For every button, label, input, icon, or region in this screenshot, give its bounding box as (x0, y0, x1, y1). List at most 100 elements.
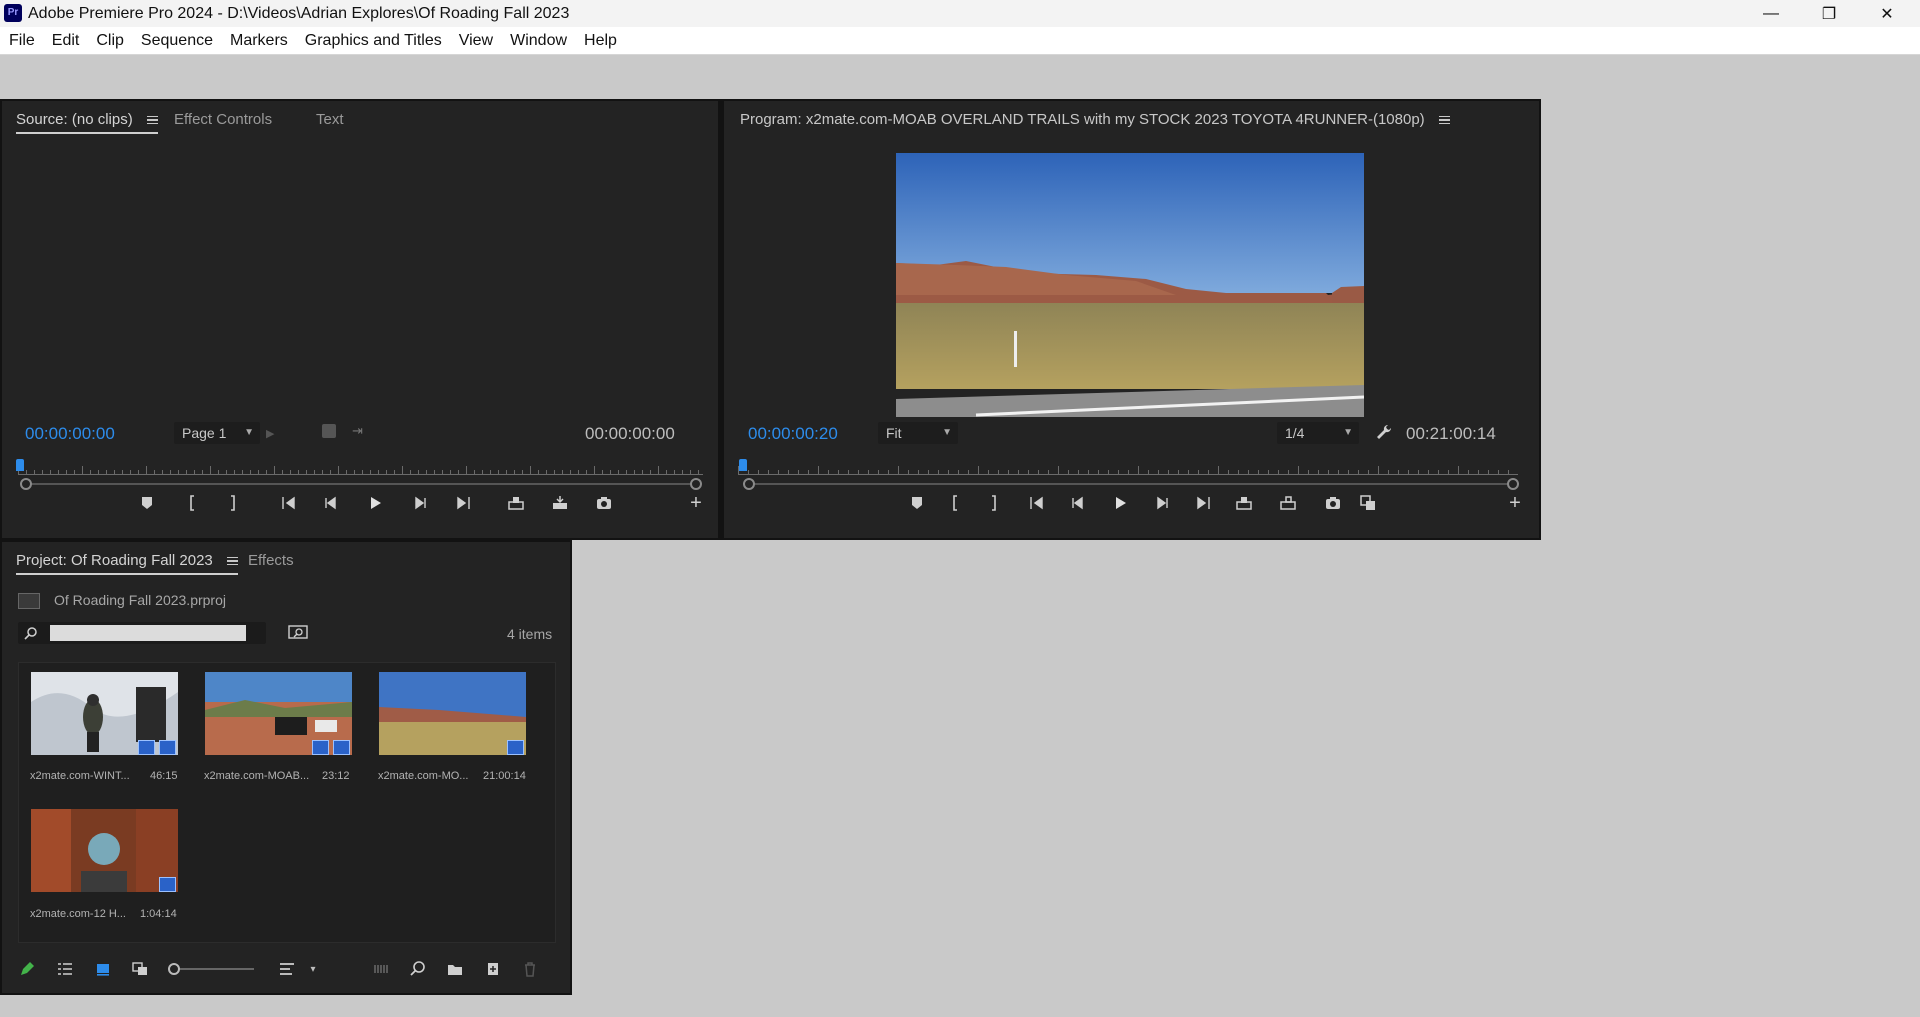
comparison-view-icon[interactable] (1355, 490, 1381, 516)
sort-icon[interactable] (276, 958, 298, 980)
tab-effect-controls[interactable]: Effect Controls (174, 111, 272, 128)
sequence-badge-icon (507, 740, 524, 755)
search-input[interactable] (50, 625, 246, 641)
search-box (18, 622, 266, 644)
new-bin-folder-icon[interactable] (444, 958, 466, 980)
freeform-view-icon[interactable] (129, 958, 151, 980)
source-time-ruler[interactable] (18, 463, 703, 475)
chevron-down-icon: ▼ (1343, 427, 1353, 438)
mark-in-icon[interactable] (179, 490, 205, 516)
chevron-down-icon[interactable]: ▾ (302, 958, 324, 980)
source-playhead-timecode[interactable]: 00:00:00:00 (25, 424, 115, 444)
go-to-in-icon[interactable] (276, 490, 302, 516)
zoom-select[interactable]: Fit ▼ (878, 422, 958, 444)
program-playhead-timecode[interactable]: 00:00:00:20 (748, 424, 838, 444)
play-icon[interactable] (362, 490, 388, 516)
menu-file[interactable]: File (0, 32, 43, 50)
tab-text[interactable]: Text (316, 111, 344, 128)
program-playhead[interactable] (739, 459, 747, 471)
trash-icon[interactable] (519, 958, 541, 980)
chevron-down-icon: ▼ (244, 427, 254, 438)
go-to-out-icon[interactable] (1190, 490, 1216, 516)
tab-program[interactable]: Program: x2mate.com-MOAB OVERLAND TRAILS… (740, 111, 1450, 128)
panel-menu-icon[interactable] (226, 555, 238, 568)
menu-window[interactable]: Window (501, 32, 575, 50)
search-icon (24, 627, 37, 640)
find-icon[interactable] (407, 958, 429, 980)
project-item-label[interactable]: x2mate.com-WINT... (30, 770, 130, 782)
project-item-duration: 21:00:14 (483, 770, 526, 782)
tab-effects[interactable]: Effects (248, 552, 294, 569)
tab-project[interactable]: Project: Of Roading Fall 2023 (16, 552, 238, 575)
project-item-thumbnail[interactable] (31, 809, 178, 892)
menu-bar: File Edit Clip Sequence Markers Graphics… (0, 27, 1920, 55)
find-bin-icon[interactable] (288, 624, 308, 640)
source-zoom-scrollbar[interactable] (20, 478, 702, 490)
step-back-icon[interactable] (318, 490, 344, 516)
close-button[interactable]: ✕ (1858, 0, 1916, 27)
overwrite-clip-icon[interactable] (547, 490, 573, 516)
page-select-value: Page 1 (182, 425, 227, 441)
lift-icon[interactable] (1231, 490, 1257, 516)
panel-menu-icon[interactable] (146, 114, 158, 127)
insert-clip-icon[interactable] (503, 490, 529, 516)
menu-markers[interactable]: Markers (221, 32, 296, 50)
button-editor-plus-icon[interactable]: + (683, 490, 709, 516)
restore-button[interactable]: ❐ (1800, 0, 1858, 27)
export-frame-camera-icon[interactable] (591, 490, 617, 516)
page-select[interactable]: Page 1 ▼ (174, 422, 260, 444)
step-forward-icon[interactable] (407, 490, 433, 516)
menu-edit[interactable]: Edit (43, 32, 88, 50)
automate-to-sequence-icon[interactable] (370, 958, 392, 980)
button-editor-plus-icon[interactable]: + (1502, 490, 1528, 516)
add-marker-icon[interactable] (134, 490, 160, 516)
project-item-label[interactable]: x2mate.com-12 H... (30, 908, 126, 920)
project-item-thumbnail[interactable] (379, 672, 526, 755)
mark-out-icon[interactable] (981, 490, 1007, 516)
project-item-label[interactable]: x2mate.com-MO... (378, 770, 468, 782)
go-to-out-icon[interactable] (450, 490, 476, 516)
menu-sequence[interactable]: Sequence (132, 32, 221, 50)
page-settings-icon[interactable] (322, 424, 336, 438)
project-item-thumbnail[interactable] (205, 672, 352, 755)
panel-menu-icon[interactable] (1438, 114, 1450, 127)
project-item-thumbnail[interactable] (31, 672, 178, 755)
step-back-icon[interactable] (1065, 490, 1091, 516)
program-time-ruler[interactable] (738, 463, 1518, 475)
play-icon[interactable] (1107, 490, 1133, 516)
audio-badge-icon (159, 740, 176, 755)
pencil-write-icon[interactable] (16, 958, 38, 980)
tab-source[interactable]: Source: (no clips) (16, 111, 158, 134)
slider-handle[interactable] (168, 963, 180, 975)
play-right-icon: ▶ (266, 428, 275, 440)
program-video-frame[interactable] (896, 153, 1364, 417)
resolution-select-value: 1/4 (1285, 425, 1305, 441)
project-folder-icon (18, 593, 40, 609)
mark-in-icon[interactable] (942, 490, 968, 516)
source-playhead[interactable] (16, 459, 24, 471)
program-zoom-scrollbar[interactable] (743, 478, 1519, 490)
title-bar: Pr Adobe Premiere Pro 2024 - D:\Videos\A… (0, 0, 1920, 27)
minimize-button[interactable]: — (1742, 0, 1800, 27)
new-item-icon[interactable] (482, 958, 504, 980)
export-frame-camera-icon[interactable] (1320, 490, 1346, 516)
icon-view-icon[interactable] (92, 958, 114, 980)
insert-icon[interactable]: ⇥ (352, 423, 363, 439)
list-view-icon[interactable] (54, 958, 76, 980)
playback-resolution-select[interactable]: 1/4 ▼ (1277, 422, 1359, 444)
add-marker-icon[interactable] (904, 490, 930, 516)
menu-view[interactable]: View (450, 32, 501, 50)
menu-help[interactable]: Help (575, 32, 625, 50)
go-to-in-icon[interactable] (1024, 490, 1050, 516)
extract-icon[interactable] (1275, 490, 1301, 516)
menu-graphics-and-titles[interactable]: Graphics and Titles (296, 32, 450, 50)
mark-out-icon[interactable] (220, 490, 246, 516)
tab-program-label: Program: x2mate.com-MOAB OVERLAND TRAILS… (740, 111, 1425, 128)
menu-clip[interactable]: Clip (87, 32, 132, 50)
step-forward-icon[interactable] (1149, 490, 1175, 516)
thumbnail-size-slider[interactable] (174, 968, 254, 970)
settings-wrench-icon[interactable] (1374, 422, 1394, 442)
project-panel: Project: Of Roading Fall 2023 Effects Of… (2, 542, 570, 993)
project-item-label[interactable]: x2mate.com-MOAB... (204, 770, 309, 782)
source-monitor-panel: Source: (no clips) Effect Controls Text … (2, 101, 718, 538)
